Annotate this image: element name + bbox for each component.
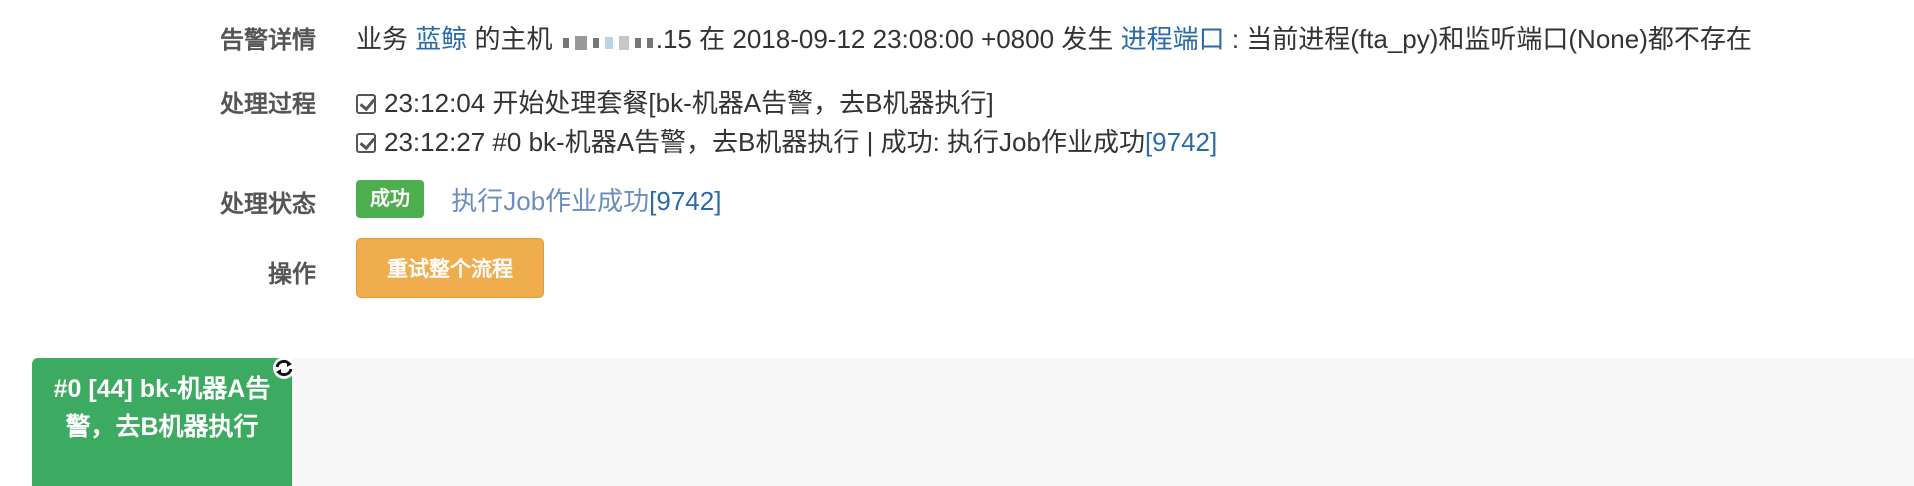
alarm-detail-label: 告警详情 (220, 27, 316, 54)
flow-canvas (292, 358, 1914, 486)
alarm-time: 2018-09-12 23:08:00 +0800 (732, 24, 1055, 54)
flow-node[interactable]: #0 [44] bk-机器A告警，去B机器执行 (32, 358, 292, 486)
process-step-text: 23:12:27 #0 bk-机器A告警，去B机器执行 | 成功: 执行Job作… (384, 127, 1145, 157)
process-step: 23:12:27 #0 bk-机器A告警，去B机器执行 | 成功: 执行Job作… (356, 122, 1217, 159)
check-square-icon (356, 133, 376, 153)
host-ip-suffix: .15 (655, 24, 692, 54)
retry-flow-button[interactable]: 重试整个流程 (356, 238, 544, 298)
process-step-text: 23:12:04 开始处理套餐[bk-机器A告警，去B机器执行] (384, 88, 994, 118)
operation-label: 操作 (268, 261, 316, 288)
refresh-icon[interactable] (272, 356, 296, 380)
flow-node-label: #0 [44] bk-机器A告警，去B机器执行 (53, 375, 271, 441)
process-label: 处理过程 (220, 91, 316, 118)
status-value: 成功 执行Job作业成功[9742] (356, 180, 721, 218)
status-job-link-text: 执行Job作业成功 (451, 185, 650, 216)
business-link[interactable]: 蓝鲸 (415, 24, 467, 54)
job-id-link[interactable]: [9742] (1145, 127, 1217, 157)
check-square-icon (356, 94, 376, 114)
status-badge: 成功 (356, 180, 424, 218)
process-step: 23:12:04 开始处理套餐[bk-机器A告警，去B机器执行] (356, 83, 994, 120)
alarm-detail-prefix: 业务 (356, 24, 409, 54)
status-job-id: [9742] (649, 185, 722, 216)
status-job-link[interactable]: 执行Job作业成功[9742] (451, 186, 721, 216)
alarm-detail-in: 在 (699, 24, 726, 54)
alarm-detail-value: 业务 蓝鲸 的主机 .15 在 2018-09-12 23:08:00 +080… (356, 19, 1752, 57)
alarm-detail-host-prefix: 的主机 (474, 24, 553, 54)
alarm-description: : 当前进程(fta_py)和监听端口(None)都不存在 (1231, 24, 1752, 54)
status-label: 处理状态 (220, 191, 316, 218)
alarm-type-link[interactable]: 进程端口 (1121, 24, 1225, 54)
alarm-detail-happen: 发生 (1061, 24, 1114, 54)
masked-host-ip (560, 26, 656, 57)
